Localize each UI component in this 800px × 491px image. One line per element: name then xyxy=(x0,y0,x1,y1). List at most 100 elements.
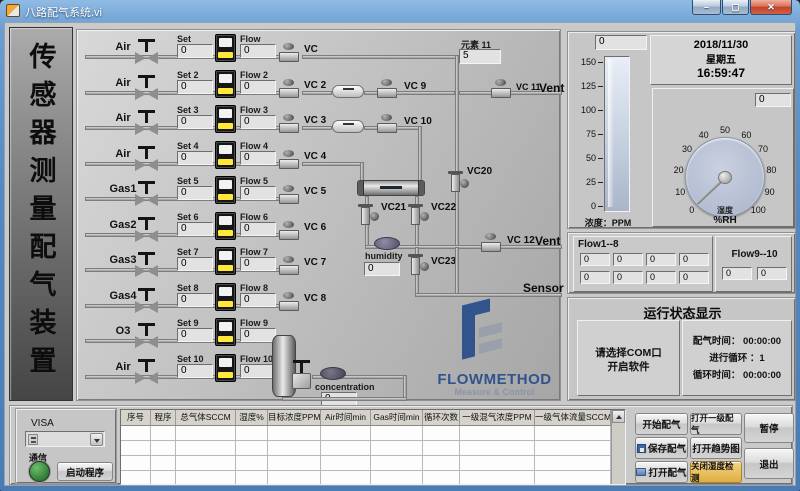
concentration-label: concentration xyxy=(315,382,375,392)
flow-display: 0 xyxy=(240,257,276,271)
mix-time-text: 配气时间： 00:00:00 xyxy=(683,333,791,350)
table-row xyxy=(121,426,612,441)
set-label: Set 2 xyxy=(177,70,199,80)
set-input[interactable]: 0 xyxy=(177,364,213,378)
manual-valve-icon xyxy=(135,75,158,101)
combo-dropdown-button[interactable] xyxy=(90,433,103,446)
table-scrollbar[interactable] xyxy=(611,410,625,484)
pause-button[interactable]: 暂停 xyxy=(744,413,794,443)
flow-display: 0 xyxy=(240,186,276,200)
set-input[interactable]: 0 xyxy=(177,115,213,129)
visa-resource-combobox[interactable] xyxy=(25,431,105,447)
set-input[interactable]: 0 xyxy=(177,186,213,200)
table-header-cell: 湿度% xyxy=(236,410,268,426)
table-header-cell: 一级气体流量SCCM xyxy=(535,410,611,426)
window-title: 八路配气系统.vi xyxy=(25,4,102,20)
dial-tick-label: 10 xyxy=(675,187,685,197)
vc-valve-icon[interactable] xyxy=(278,256,300,274)
mfc-device-icon xyxy=(215,247,236,275)
concentration-sensor-icon xyxy=(320,367,346,380)
set-input[interactable]: 0 xyxy=(177,328,213,342)
set-label: Set 6 xyxy=(177,212,199,222)
open-button-label: 打开配气 xyxy=(648,465,686,479)
vc23-valve-icon[interactable] xyxy=(407,254,429,278)
set-input[interactable]: 0 xyxy=(177,44,213,58)
vc-valve-label: VC 2 xyxy=(304,80,326,91)
io-icon xyxy=(28,434,38,445)
scroll-up-icon[interactable] xyxy=(612,410,625,423)
logo-subtitle: Measure & Control xyxy=(427,387,562,397)
flow-label: Flow 10 xyxy=(240,354,273,364)
start-mix-button[interactable]: 开始配气 xyxy=(635,413,688,435)
start-program-button[interactable]: 启动程序 xyxy=(57,462,113,481)
titlebar[interactable]: 八路配气系统.vi – ▢ ✕ xyxy=(0,0,800,22)
manual-valve-icon xyxy=(135,181,158,207)
set-input[interactable]: 0 xyxy=(177,257,213,271)
minimize-button[interactable]: – xyxy=(692,0,721,15)
element11-input[interactable]: 5 xyxy=(459,49,501,64)
bar-tick-mark xyxy=(598,158,603,159)
mfc-device-icon xyxy=(215,176,236,204)
manual-valve-icon xyxy=(135,359,158,385)
close-humidity-button[interactable]: 关闭湿度检测 xyxy=(690,461,742,483)
table-cell xyxy=(268,456,321,471)
set-label: Set 10 xyxy=(177,354,204,364)
vc11-valve-icon[interactable] xyxy=(490,79,512,97)
folder-icon xyxy=(636,468,646,476)
application-window: 八路配气系统.vi – ▢ ✕ 传感器测量配气装置 AirSet0Flow0VC… xyxy=(0,0,800,491)
vc-valve-label: VC 8 xyxy=(304,293,326,304)
vc9-valve-icon[interactable] xyxy=(376,79,398,97)
vc-valve-icon[interactable] xyxy=(278,292,300,310)
table-cell xyxy=(423,441,460,456)
flow1-8-group: Flow1--8 00000000 xyxy=(573,236,713,292)
flow-display-panel: Flow1--8 00000000 Flow9--10 00 xyxy=(567,232,796,294)
mfc-device-icon xyxy=(215,34,236,62)
vc-valve-icon[interactable] xyxy=(278,79,300,97)
open-primary-mix-button[interactable]: 打开一级配气 xyxy=(690,413,742,435)
set-input[interactable]: 0 xyxy=(177,293,213,307)
vc-valve-icon[interactable] xyxy=(278,114,300,132)
vc12-valve-icon[interactable] xyxy=(480,233,502,251)
flow-value-box: 0 xyxy=(613,253,643,266)
status-message-line2: 开启软件 xyxy=(578,360,679,374)
vc-valve-icon[interactable] xyxy=(278,43,300,61)
pipe xyxy=(302,162,364,166)
open-mix-button[interactable]: 打开配气 xyxy=(635,461,688,483)
manual-valve-icon xyxy=(135,323,158,349)
open-trend-button[interactable]: 打开趋势图 xyxy=(690,437,742,459)
exit-button[interactable]: 退出 xyxy=(744,448,794,479)
flow-label: Flow xyxy=(240,34,261,44)
table-cell xyxy=(460,456,535,471)
time-text: 16:59:47 xyxy=(651,66,791,80)
table-cell xyxy=(151,471,176,485)
vc-valve-label: VC 5 xyxy=(304,186,326,197)
table-cell xyxy=(535,441,611,456)
maximize-button[interactable]: ▢ xyxy=(722,0,749,15)
flow-label: Flow 3 xyxy=(240,105,268,115)
set-input[interactable]: 0 xyxy=(177,222,213,236)
set-label: Set 4 xyxy=(177,141,199,151)
close-button[interactable]: ✕ xyxy=(750,0,792,15)
vc20-valve-icon[interactable] xyxy=(447,171,469,195)
set-input[interactable]: 0 xyxy=(177,80,213,94)
vc22-valve-icon[interactable] xyxy=(407,204,429,228)
table-cell xyxy=(460,471,535,485)
flow-value-box: 0 xyxy=(679,253,709,266)
maximize-icon: ▢ xyxy=(731,2,740,13)
table-cell xyxy=(176,441,236,456)
vc-valve-icon[interactable] xyxy=(278,221,300,239)
monitor-panel: 0 1501251007550250 浓度：PPM 2018/11/30 星期五… xyxy=(567,31,796,229)
inline-filter-icon xyxy=(332,85,364,98)
table-header-cell: Gas时间min xyxy=(371,410,423,426)
dial-tick-label: 100 xyxy=(751,205,766,215)
vc10-valve-icon[interactable] xyxy=(376,114,398,132)
pipe xyxy=(396,91,455,95)
vc-valve-icon[interactable] xyxy=(278,185,300,203)
pipe xyxy=(302,126,332,130)
set-input[interactable]: 0 xyxy=(177,151,213,165)
save-mix-button[interactable]: 保存配气 xyxy=(635,437,688,459)
table-cell xyxy=(460,426,535,441)
vc21-valve-icon[interactable] xyxy=(357,204,379,228)
program-table[interactable]: 序号程序总气体SCCM湿度%目标浓度PPMAir时间minGas时间min循环次… xyxy=(120,409,626,485)
vc-valve-icon[interactable] xyxy=(278,150,300,168)
